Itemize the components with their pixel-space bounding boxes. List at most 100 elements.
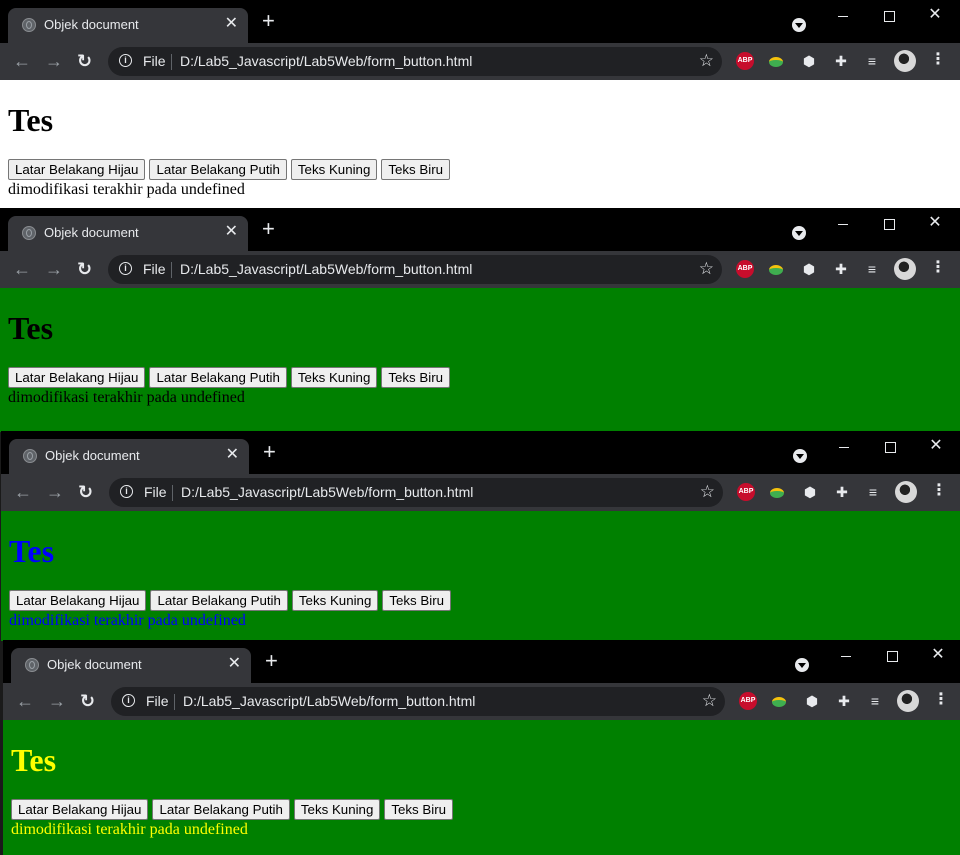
browser-tab[interactable]: Objek document ✕ xyxy=(11,648,251,683)
browser-tab[interactable]: Objek document ✕ xyxy=(9,439,249,474)
info-icon[interactable]: i xyxy=(119,262,132,275)
address-bar[interactable]: i File D:/Lab5_Javascript/Lab5Web/form_b… xyxy=(108,255,722,284)
adblock-plus-icon[interactable]: ABP xyxy=(736,260,754,278)
adblock-plus-icon[interactable]: ABP xyxy=(736,52,754,70)
menu-kebab-icon[interactable]: ⋮ xyxy=(933,691,949,709)
profile-avatar[interactable] xyxy=(894,258,916,280)
address-bar[interactable]: i File D:/Lab5_Javascript/Lab5Web/form_b… xyxy=(108,47,722,76)
back-icon[interactable]: ← xyxy=(14,481,32,503)
green-background-button[interactable]: Latar Belakang Hijau xyxy=(11,799,149,820)
extensions-puzzle-icon[interactable]: ✚ xyxy=(832,260,850,278)
forward-icon[interactable]: → xyxy=(48,690,66,712)
bookmark-star-icon[interactable]: ☆ xyxy=(699,51,714,71)
bookmark-star-icon[interactable]: ☆ xyxy=(702,691,717,711)
close-tab-icon[interactable]: ✕ xyxy=(225,223,238,241)
blue-text-button[interactable]: Teks Biru xyxy=(384,799,454,820)
close-tab-icon[interactable]: ✕ xyxy=(226,446,239,464)
tab-search-icon[interactable] xyxy=(795,658,809,672)
maximize-button[interactable] xyxy=(866,208,912,238)
ie-tab-icon[interactable] xyxy=(768,483,786,501)
media-control-icon[interactable]: ≡ xyxy=(866,692,884,710)
minimize-button[interactable] xyxy=(823,640,869,670)
yellow-text-button[interactable]: Teks Kuning xyxy=(290,367,378,388)
cube-extension-icon[interactable]: ⬢ xyxy=(801,483,819,501)
forward-icon[interactable]: → xyxy=(45,50,63,72)
reload-icon[interactable]: ↻ xyxy=(77,258,92,280)
maximize-button[interactable] xyxy=(869,640,915,670)
profile-avatar[interactable] xyxy=(897,690,919,712)
adblock-plus-icon[interactable]: ABP xyxy=(737,483,755,501)
cube-extension-icon[interactable]: ⬢ xyxy=(800,260,818,278)
new-tab-button[interactable]: + xyxy=(262,218,275,240)
maximize-button[interactable] xyxy=(866,0,912,30)
browser-tab[interactable]: Objek document ✕ xyxy=(8,216,248,251)
url-text[interactable]: D:/Lab5_Javascript/Lab5Web/form_button.h… xyxy=(181,484,473,500)
extensions-puzzle-icon[interactable]: ✚ xyxy=(833,483,851,501)
bookmark-star-icon[interactable]: ☆ xyxy=(700,482,715,502)
reload-icon[interactable]: ↻ xyxy=(80,690,95,712)
forward-icon[interactable]: → xyxy=(46,481,64,503)
media-control-icon[interactable]: ≡ xyxy=(863,260,881,278)
media-control-icon[interactable]: ≡ xyxy=(863,52,881,70)
close-window-button[interactable]: ✕ xyxy=(915,640,960,670)
browser-tab[interactable]: Objek document ✕ xyxy=(8,8,248,43)
address-bar[interactable]: i File D:/Lab5_Javascript/Lab5Web/form_b… xyxy=(111,687,725,716)
yellow-text-button[interactable]: Teks Kuning xyxy=(293,799,381,820)
back-icon[interactable]: ← xyxy=(13,50,31,72)
adblock-plus-icon[interactable]: ABP xyxy=(739,692,757,710)
url-text[interactable]: D:/Lab5_Javascript/Lab5Web/form_button.h… xyxy=(183,693,475,709)
back-icon[interactable]: ← xyxy=(13,258,31,280)
back-icon[interactable]: ← xyxy=(16,690,34,712)
url-text[interactable]: D:/Lab5_Javascript/Lab5Web/form_button.h… xyxy=(180,53,472,69)
new-tab-button[interactable]: + xyxy=(265,650,278,672)
profile-avatar[interactable] xyxy=(894,50,916,72)
info-icon[interactable]: i xyxy=(122,694,135,707)
bookmark-star-icon[interactable]: ☆ xyxy=(699,259,714,279)
close-window-button[interactable]: ✕ xyxy=(912,0,958,30)
green-background-button[interactable]: Latar Belakang Hijau xyxy=(9,590,147,611)
reload-icon[interactable]: ↻ xyxy=(78,481,93,503)
ie-tab-icon[interactable] xyxy=(767,260,785,278)
media-control-icon[interactable]: ≡ xyxy=(864,483,882,501)
white-background-button[interactable]: Latar Belakang Putih xyxy=(149,159,287,180)
menu-kebab-icon[interactable]: ⋮ xyxy=(930,259,946,277)
cube-extension-icon[interactable]: ⬢ xyxy=(800,52,818,70)
profile-avatar[interactable] xyxy=(895,481,917,503)
extensions-puzzle-icon[interactable]: ✚ xyxy=(835,692,853,710)
blue-text-button[interactable]: Teks Biru xyxy=(381,159,451,180)
tab-search-icon[interactable] xyxy=(792,226,806,240)
blue-text-button[interactable]: Teks Biru xyxy=(382,590,452,611)
close-tab-icon[interactable]: ✕ xyxy=(228,655,241,673)
tab-search-icon[interactable] xyxy=(792,18,806,32)
ie-tab-icon[interactable] xyxy=(767,52,785,70)
blue-text-button[interactable]: Teks Biru xyxy=(381,367,451,388)
close-tab-icon[interactable]: ✕ xyxy=(225,15,238,33)
extensions-puzzle-icon[interactable]: ✚ xyxy=(832,52,850,70)
white-background-button[interactable]: Latar Belakang Putih xyxy=(152,799,290,820)
new-tab-button[interactable]: + xyxy=(262,10,275,32)
new-tab-button[interactable]: + xyxy=(263,441,276,463)
info-icon[interactable]: i xyxy=(120,485,133,498)
forward-icon[interactable]: → xyxy=(45,258,63,280)
white-background-button[interactable]: Latar Belakang Putih xyxy=(149,367,287,388)
close-window-button[interactable]: ✕ xyxy=(912,208,958,238)
reload-icon[interactable]: ↻ xyxy=(77,50,92,72)
green-background-button[interactable]: Latar Belakang Hijau xyxy=(8,159,146,180)
yellow-text-button[interactable]: Teks Kuning xyxy=(290,159,378,180)
close-window-button[interactable]: ✕ xyxy=(913,431,959,461)
menu-kebab-icon[interactable]: ⋮ xyxy=(931,482,947,500)
info-icon[interactable]: i xyxy=(119,54,132,67)
tab-search-icon[interactable] xyxy=(793,449,807,463)
menu-kebab-icon[interactable]: ⋮ xyxy=(930,51,946,69)
cube-extension-icon[interactable]: ⬢ xyxy=(803,692,821,710)
minimize-button[interactable] xyxy=(821,431,867,461)
white-background-button[interactable]: Latar Belakang Putih xyxy=(150,590,288,611)
yellow-text-button[interactable]: Teks Kuning xyxy=(291,590,379,611)
maximize-button[interactable] xyxy=(867,431,913,461)
green-background-button[interactable]: Latar Belakang Hijau xyxy=(8,367,146,388)
minimize-button[interactable] xyxy=(820,0,866,30)
ie-tab-icon[interactable] xyxy=(770,692,788,710)
url-text[interactable]: D:/Lab5_Javascript/Lab5Web/form_button.h… xyxy=(180,261,472,277)
address-bar[interactable]: i File D:/Lab5_Javascript/Lab5Web/form_b… xyxy=(109,478,723,507)
minimize-button[interactable] xyxy=(820,208,866,238)
